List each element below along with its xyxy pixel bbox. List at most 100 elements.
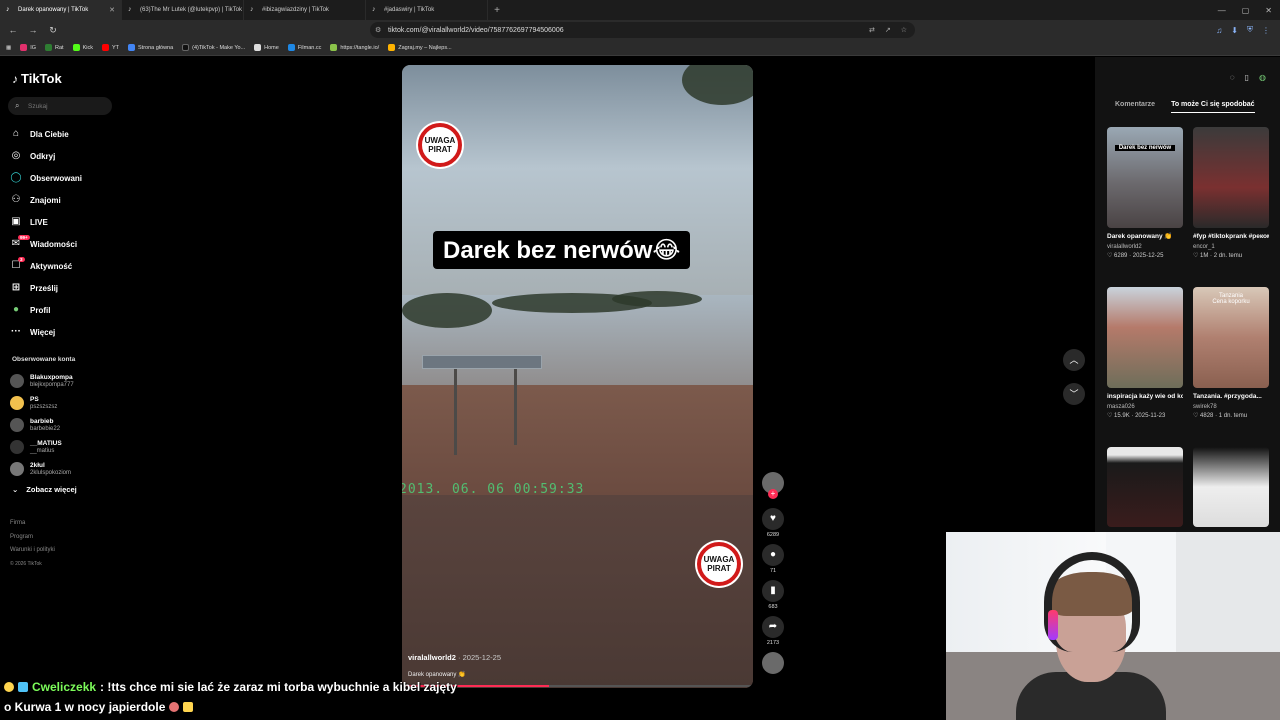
comment-button[interactable]: ● 71 (760, 544, 786, 574)
tab-title: Darek opanowany | TikTok (18, 7, 89, 13)
bookmark-item[interactable]: https://tangle.io/ (330, 44, 379, 51)
nav-item-profile[interactable]: ● Profil (10, 299, 118, 321)
minimize-icon[interactable]: — (1218, 6, 1226, 15)
close-tab-icon[interactable]: ✕ (109, 6, 115, 14)
tab-recommended[interactable]: To może Ci się spodobać (1171, 101, 1255, 113)
url-field[interactable]: ⚙ tiktok.com/@viralallworld2/video/75877… (370, 22, 915, 38)
url-text: tiktok.com/@viralallworld2/video/7587762… (388, 26, 564, 34)
extensions-bar: ♫ ⬇ ⛨ ⋮ (1216, 20, 1270, 40)
coin-icon[interactable]: ◌ (1230, 73, 1235, 82)
menu-dots-icon[interactable]: ⋮ (1262, 26, 1270, 35)
footer-link[interactable]: Warunki i polityki (10, 544, 55, 558)
maximize-icon[interactable]: ▢ (1242, 6, 1250, 15)
comment-icon: ● (762, 544, 784, 566)
music-disc-button[interactable] (760, 652, 786, 674)
tab-comments[interactable]: Komentarze (1115, 101, 1155, 113)
browser-tab[interactable]: ♪ #jadaswiry | TikTok (366, 0, 488, 20)
shield-icon[interactable]: ⛨ (1247, 25, 1253, 35)
back-icon[interactable]: ← (6, 25, 20, 35)
tiktok-logo[interactable]: ♪ TikTok (12, 71, 62, 86)
save-button[interactable]: ▮ 683 (760, 580, 786, 610)
download-icon[interactable]: ⬇ (1231, 26, 1238, 35)
followed-account[interactable]: __MATIUS __matius (10, 436, 118, 458)
nav-item-following[interactable]: ◯ Obserwowani (10, 167, 118, 189)
bookmark-item[interactable]: Home (254, 44, 279, 51)
bookmark-item[interactable]: (4)TikTok - Make Yo... (182, 44, 245, 51)
bookmark-item[interactable]: Zagraj.my – Najleps... (388, 44, 452, 51)
dashcam-timestamp: 2013. 06. 06 00:59:33 (402, 482, 585, 497)
bookmark-item[interactable]: YT (101, 44, 119, 51)
recommended-video-card[interactable]: Darek bez nerwów Darek opanowany 👏 viral… (1107, 127, 1183, 259)
bookmark-item[interactable]: Filman.cc (287, 44, 321, 51)
followed-account[interactable]: PS pszszszsz (10, 392, 118, 414)
previous-video-button[interactable]: ︿ (1063, 349, 1085, 371)
extension-icon[interactable]: ♫ (1216, 26, 1222, 35)
recommended-video-card[interactable] (1193, 447, 1269, 527)
followed-account[interactable]: 2kłul 2klulspokoziom (10, 458, 118, 480)
recommended-video-card[interactable]: inspiracja każy wie od kogo#tt #mot... m… (1107, 287, 1183, 419)
nav-item-for-you[interactable]: ⌂ Dla Ciebie (10, 123, 118, 145)
see-more-button[interactable]: ⌄ Zobacz więcej (12, 485, 77, 494)
translate-icon[interactable]: ⇄ (869, 26, 875, 34)
bookmark-item[interactable]: Strona główna (128, 44, 173, 51)
avatar (10, 374, 24, 388)
avatar (10, 462, 24, 476)
browser-tab[interactable]: ♪ #ibizagwiazdziny | TikTok (244, 0, 366, 20)
heart-emote-icon (4, 682, 14, 692)
video-player[interactable]: 2013. 06. 06 00:59:33 UWAGA PIRAT UWAGA … (402, 65, 753, 688)
upload-icon: ⊞ (11, 282, 21, 293)
bookmark-item[interactable]: Kick (72, 44, 93, 51)
next-video-button[interactable]: ﹀ (1063, 383, 1085, 405)
nav-item-more[interactable]: ··· Więcej (10, 321, 118, 343)
bookmark-icon: ▮ (762, 580, 784, 602)
nav-item-upload[interactable]: ⊞ Prześlij (10, 277, 118, 299)
recommended-video-card[interactable]: #fyp #tiktokprank #рекомендациях... enco… (1193, 127, 1269, 259)
bookmark-star-icon[interactable]: ☆ (901, 26, 907, 34)
author-avatar-button[interactable]: + (760, 472, 786, 499)
browser-tab[interactable]: ♪ (63)The Mr Lutek (@lutekpvp) | TikTok (122, 0, 244, 20)
bookmark-item[interactable]: Rat (45, 44, 64, 51)
recommended-video-card[interactable] (1107, 447, 1183, 527)
close-window-icon[interactable]: ✕ (1265, 6, 1272, 15)
new-tab-button[interactable]: + (488, 5, 506, 16)
footer-link[interactable]: Firma (10, 517, 55, 531)
bookmark-item[interactable]: IG (20, 44, 36, 51)
video-thumbnail: Tanzania Cena koporku (1193, 287, 1269, 388)
site-info-icon[interactable]: ⚙ (375, 26, 381, 34)
headset-icon (1044, 552, 1140, 652)
video-actions: + ♥ 6289 ● 71 ▮ 683 ➦ 2173 (760, 472, 786, 680)
footer-link[interactable]: Program (10, 531, 55, 545)
headset-rgb-light (1048, 610, 1058, 640)
main-nav: ⌂ Dla Ciebie ◎ Odkryj ◯ Obserwowani ⚇ Znajom… (10, 123, 118, 343)
profile-avatar-icon[interactable]: ◍ (1259, 73, 1266, 82)
forward-icon[interactable]: → (26, 25, 40, 35)
like-button[interactable]: ♥ 6289 (760, 508, 786, 538)
tiktok-favicon-icon: ♪ (6, 6, 10, 13)
card-author: encor_1 (1193, 244, 1215, 250)
nav-item-explore[interactable]: ◎ Odkryj (10, 145, 118, 167)
followed-account[interactable]: barbieb barbebie22 (10, 414, 118, 436)
search-input[interactable]: ⌕ Szukaj (8, 97, 112, 115)
nav-item-messages[interactable]: ✉ 99+ Wiadomości (10, 233, 118, 255)
nav-item-live[interactable]: ▣ LIVE (10, 211, 118, 233)
apps-icon[interactable]: ▦ (6, 45, 11, 51)
device-icon[interactable]: ▯ (1245, 73, 1249, 82)
copyright: © 2026 TikTok (10, 560, 42, 567)
browser-tab[interactable]: ♪ Darek opanowany | TikTok ✕ (0, 0, 122, 20)
webcam-overlay (946, 532, 1280, 720)
warning-badge: UWAGA PIRAT (418, 123, 462, 167)
compass-icon: ◎ (11, 150, 21, 161)
followed-account[interactable]: Blakuxpompa blejkxpompa777 (10, 370, 118, 392)
chat-message: Cweliczekk: !tts chce mi sie lać że zara… (4, 680, 457, 694)
nav-item-activity[interactable]: ☐ 3 Aktywność (10, 255, 118, 277)
video-author[interactable]: viralallworld2 · 2025-12-25 (408, 653, 501, 662)
share-icon[interactable]: ↗ (885, 26, 891, 34)
nav-item-friends[interactable]: ⚇ Znajomi (10, 189, 118, 211)
share-button[interactable]: ➦ 2173 (760, 616, 786, 646)
tab-title: #ibizagwiazdziny | TikTok (262, 7, 329, 13)
reload-icon[interactable]: ↻ (46, 25, 60, 36)
warning-badge: UWAGA PIRAT (697, 542, 741, 586)
recommended-video-card[interactable]: Tanzania Cena koporku Tanzania. #przygod… (1193, 287, 1269, 419)
badge-emote-icon (18, 682, 28, 692)
follow-plus-icon[interactable]: + (768, 489, 778, 499)
